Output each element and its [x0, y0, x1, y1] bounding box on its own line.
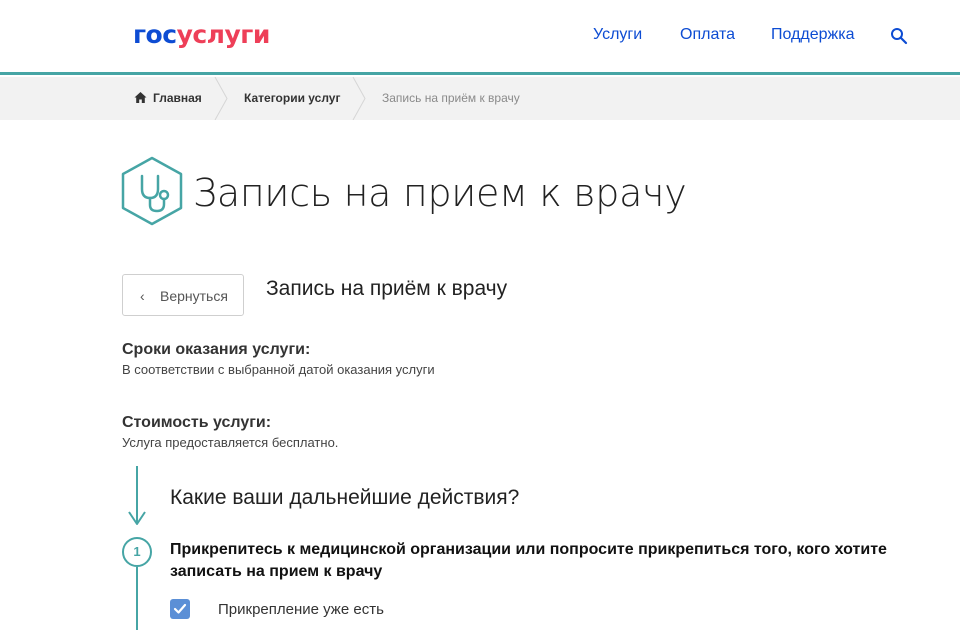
chevron-left-icon: ‹: [140, 288, 145, 304]
page-title: Запись на прием к врачу: [193, 171, 687, 215]
breadcrumb: Главная Категории услуг Запись на приём …: [0, 77, 960, 120]
nav-payment-link[interactable]: Оплата: [680, 25, 735, 45]
back-button[interactable]: ‹ Вернуться: [122, 274, 244, 316]
back-button-label: Вернуться: [160, 288, 228, 304]
breadcrumb-separator-icon: [214, 77, 228, 120]
breadcrumb-categories[interactable]: Категории услуг: [244, 91, 340, 106]
checkmark-icon: [173, 603, 187, 614]
terms-heading: Сроки оказания услуги:: [122, 341, 311, 358]
search-icon[interactable]: [890, 27, 908, 45]
step-number-badge: 1: [122, 537, 152, 567]
breadcrumb-current: Запись на приём к врачу: [382, 91, 520, 105]
step-1-text: Прикрепитесь к медицинской организации и…: [170, 541, 887, 580]
logo-part-gos: гос: [133, 20, 177, 49]
breadcrumb-home[interactable]: Главная: [134, 91, 202, 106]
header: госуслуги Услуги Оплата Поддержка: [0, 0, 960, 73]
stethoscope-icon: [120, 156, 184, 226]
header-divider: [0, 72, 960, 75]
cost-heading: Стоимость услуги:: [122, 414, 272, 431]
home-icon: [134, 92, 147, 103]
gosuslugi-logo[interactable]: госуслуги: [133, 20, 270, 50]
breadcrumb-separator-icon: [352, 77, 366, 120]
terms-text: В соответствии с выбранной датой оказани…: [122, 362, 435, 377]
breadcrumb-home-label: Главная: [153, 91, 202, 105]
logo-part-uslugi: услуги: [176, 20, 271, 49]
nav-services-link[interactable]: Услуги: [593, 25, 642, 45]
attachment-exists-label[interactable]: Прикрепление уже есть: [218, 601, 384, 619]
service-subtitle: Запись на приём к врачу: [266, 277, 508, 300]
next-steps-heading: Какие ваши дальнейшие действия?: [170, 486, 520, 509]
attachment-exists-checkbox[interactable]: [170, 599, 190, 619]
nav-support-link[interactable]: Поддержка: [771, 25, 854, 45]
step-connector-line: [136, 567, 138, 630]
cost-text: Услуга предоставляется бесплатно.: [122, 435, 339, 450]
arrow-down-icon: [128, 511, 146, 525]
